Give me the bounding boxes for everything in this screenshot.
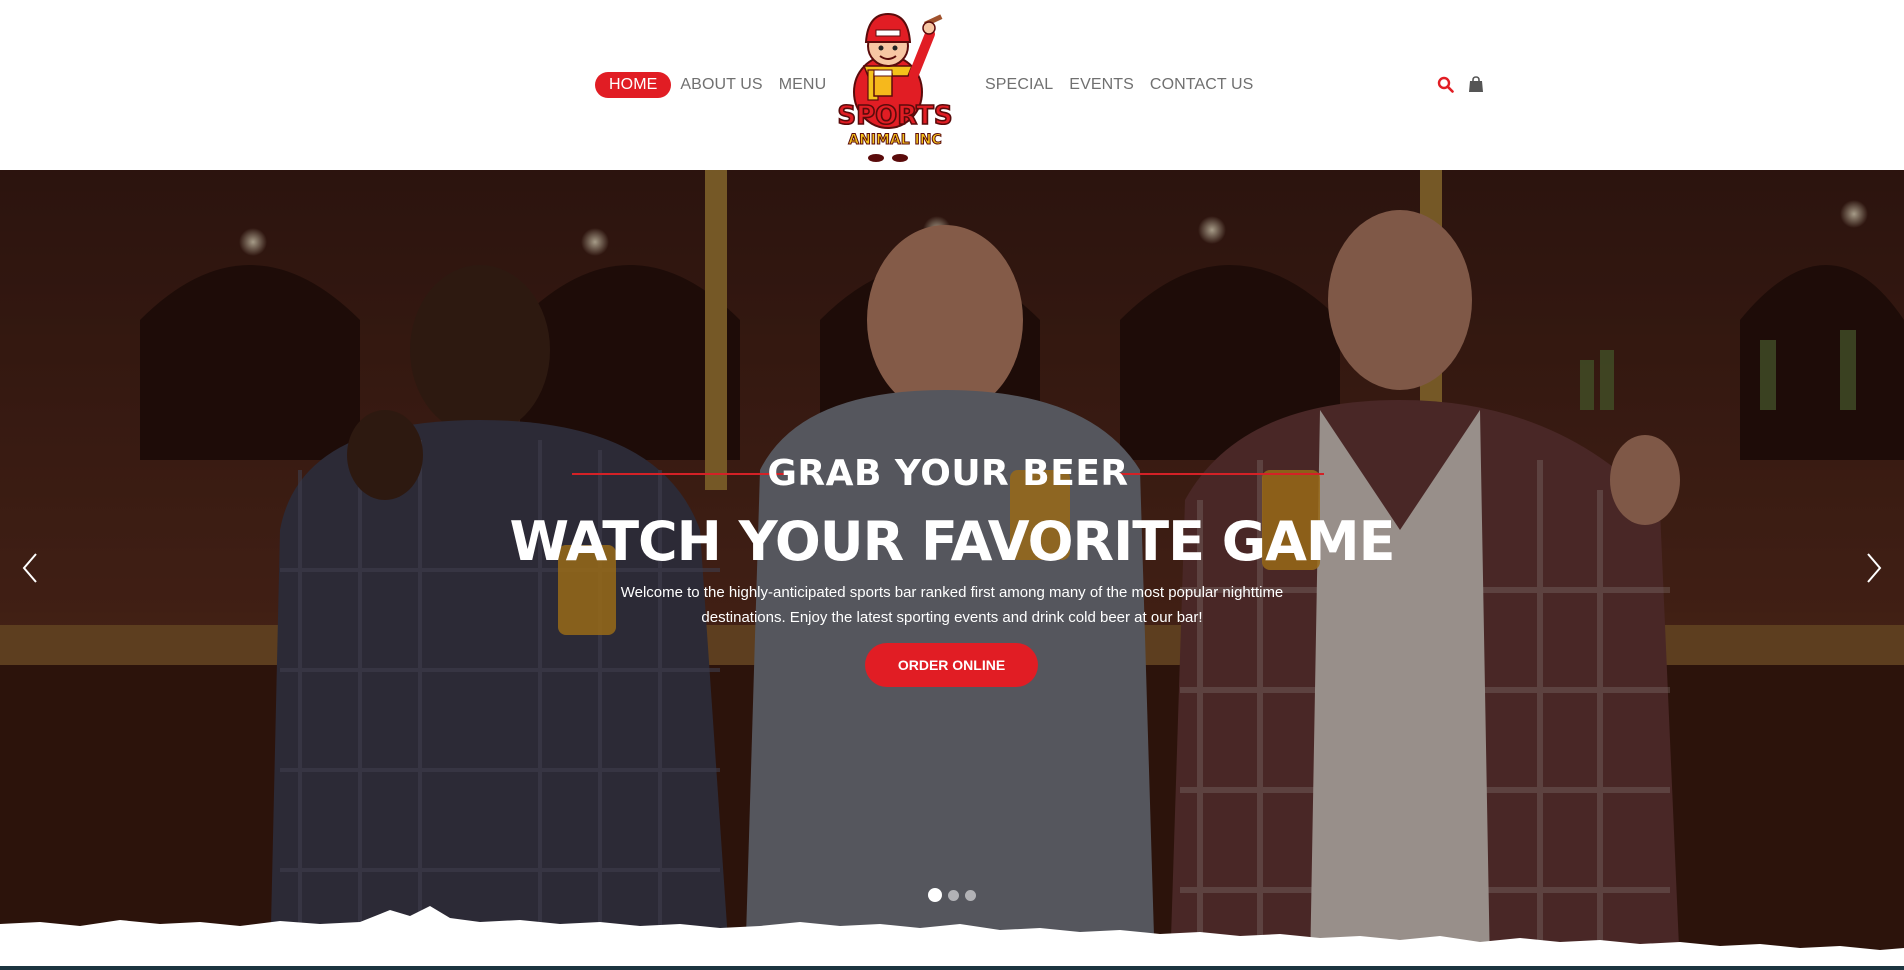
hero-headline: WATCH YOUR FAVORITE GAME bbox=[509, 510, 1395, 573]
nav-right: SPECIAL EVENTS CONTACT US bbox=[985, 72, 1269, 98]
torn-paper-divider bbox=[0, 906, 1904, 970]
slide-dot-3[interactable] bbox=[965, 889, 976, 901]
hero-kicker-block: GRAB YOUR BEER bbox=[572, 451, 1324, 497]
hero-kicker: GRAB YOUR BEER bbox=[767, 453, 1129, 494]
chevron-left-icon[interactable] bbox=[18, 550, 42, 586]
site-logo[interactable]: SPORTS ANIMAL INC bbox=[828, 4, 962, 164]
mascot-logo-graphic: SPORTS ANIMAL INC bbox=[837, 12, 953, 162]
chevron-right-icon[interactable] bbox=[1862, 550, 1886, 586]
header-icons bbox=[1435, 74, 1497, 94]
slider-pagination bbox=[928, 888, 982, 902]
nav-home[interactable]: HOME bbox=[595, 72, 672, 98]
nav-contact-us[interactable]: CONTACT US bbox=[1150, 72, 1254, 98]
nav-left: HOME ABOUT US MENU bbox=[595, 72, 842, 98]
hero-slider: GRAB YOUR BEER WATCH YOUR FAVORITE GAME … bbox=[0, 170, 1904, 970]
slide-dot-2[interactable] bbox=[948, 889, 959, 901]
shopping-bag-icon[interactable] bbox=[1466, 74, 1486, 94]
nav-special[interactable]: SPECIAL bbox=[985, 72, 1053, 98]
nav-menu[interactable]: MENU bbox=[779, 72, 827, 98]
search-icon[interactable] bbox=[1435, 74, 1455, 94]
nav-about-us[interactable]: ABOUT US bbox=[680, 72, 762, 98]
nav-events[interactable]: EVENTS bbox=[1069, 72, 1134, 98]
order-online-button[interactable]: ORDER ONLINE bbox=[865, 643, 1038, 687]
logo-text-animal-inc: ANIMAL INC bbox=[848, 132, 942, 148]
logo-text-sports: SPORTS bbox=[837, 101, 952, 131]
page-bottom-strip bbox=[0, 966, 1904, 970]
slide-dot-1[interactable] bbox=[928, 888, 942, 902]
hero-description: Welcome to the highly-anticipated sports… bbox=[620, 584, 1284, 626]
site-header: HOME ABOUT US MENU SPORTS ANIMAL INC SPE… bbox=[0, 0, 1904, 170]
